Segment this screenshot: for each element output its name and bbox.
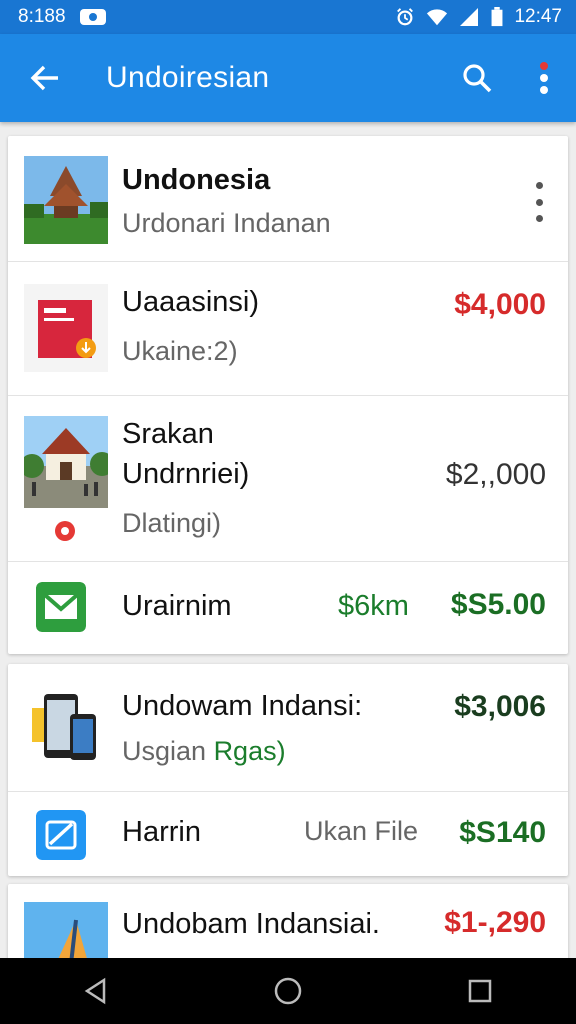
mail-app-icon xyxy=(36,582,86,632)
item-distance: $6km xyxy=(338,590,409,622)
item-amount: $S5.00 xyxy=(450,588,546,621)
list-item[interactable]: Urairnim $6km $S5.00 xyxy=(8,562,568,654)
app-title: Undoiresian xyxy=(106,61,270,94)
list-item[interactable]: Harrin Ukan File $S140 xyxy=(8,792,568,876)
tool-app-icon xyxy=(36,810,86,860)
search-button[interactable] xyxy=(442,34,512,122)
item-subtitle-text: Usgian xyxy=(122,736,207,766)
phone-thumbnail xyxy=(32,694,96,760)
item-title: Srakan xyxy=(122,418,214,450)
item-title: Harrin xyxy=(122,816,201,848)
list-item[interactable]: Srakan Undrnriei) Dlatingi) $2,,000 xyxy=(8,396,568,562)
item-amount: $1-,290 xyxy=(444,906,546,939)
arrow-back-icon xyxy=(30,65,58,91)
item-title: Undowam Indansi: xyxy=(122,690,363,722)
back-button[interactable] xyxy=(0,34,90,122)
listing-card: Undowam Indansi: Usgian Rgas) $3,006 Har… xyxy=(8,664,568,876)
item-amount: $3,006 xyxy=(454,690,546,723)
signal-icon xyxy=(460,8,479,26)
list-item[interactable]: Uaaasinsi) Ukaine:2) $4,000 xyxy=(8,262,568,396)
nav-home-button[interactable] xyxy=(248,958,328,1024)
item-amount: $S140 xyxy=(459,816,546,849)
item-title: Undobam Indansiai. xyxy=(122,908,380,940)
alarm-icon xyxy=(397,8,414,26)
building-thumbnail xyxy=(24,416,108,508)
status-time: 8:188 xyxy=(18,6,66,27)
nav-recents-button[interactable] xyxy=(440,958,520,1024)
wifi-icon xyxy=(427,9,448,26)
temple-thumbnail xyxy=(24,156,108,244)
record-icon xyxy=(55,521,75,541)
item-file-label: Ukan File xyxy=(304,816,419,846)
item-subtitle-highlight: Rgas) xyxy=(213,736,286,766)
more-options-button[interactable] xyxy=(512,34,576,122)
listing-card: Undonesia Urdonari Indanan Uaaasinsi) Uk… xyxy=(8,136,568,654)
card-thumbnail xyxy=(24,284,108,372)
item-amount: $4,000 xyxy=(454,288,546,321)
nav-back-button[interactable] xyxy=(56,958,136,1024)
item-title: Urairnim xyxy=(122,590,232,622)
item-title-line2: Undrnriei) xyxy=(122,458,250,490)
list-item[interactable]: Undowam Indansi: Usgian Rgas) $3,006 xyxy=(8,664,568,792)
status-clock: 12:47 xyxy=(514,6,562,27)
item-subtitle: Urdonari Indanan xyxy=(122,208,331,238)
item-subtitle: Usgian Rgas) xyxy=(122,736,286,767)
item-title: Undonesia xyxy=(122,164,271,196)
item-more-button[interactable] xyxy=(532,182,546,222)
app-bar: Undoiresian xyxy=(0,34,576,122)
nav-back-icon xyxy=(84,977,106,1005)
search-icon xyxy=(463,64,492,93)
navigation-bar xyxy=(0,958,576,1024)
status-bar: 8:188 12:47 xyxy=(0,0,576,34)
item-amount: $2,,000 xyxy=(445,458,546,491)
item-subtitle: Ukaine:2) xyxy=(122,336,238,366)
notification-icon xyxy=(79,9,106,25)
item-subtitle: Dlatingi) xyxy=(122,508,222,538)
nav-recents-icon xyxy=(468,979,492,1003)
item-title: Uaaasinsi) xyxy=(122,286,259,318)
battery-icon xyxy=(491,7,503,27)
nav-home-icon xyxy=(274,977,302,1005)
list-item[interactable]: Undonesia Urdonari Indanan xyxy=(8,136,568,262)
more-vertical-icon xyxy=(540,62,548,94)
